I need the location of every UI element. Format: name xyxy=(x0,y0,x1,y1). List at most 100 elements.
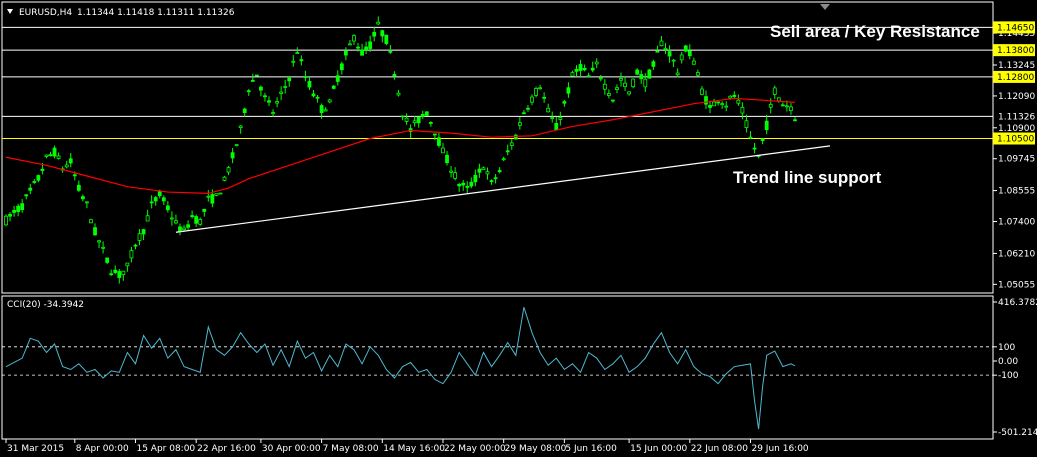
candle-body xyxy=(105,257,110,263)
candle-body xyxy=(712,101,716,107)
candle-body xyxy=(137,233,142,241)
candle-body xyxy=(214,193,219,196)
candle-body xyxy=(222,176,227,181)
candle-body xyxy=(303,76,308,78)
candle-body xyxy=(315,96,320,99)
candle-body xyxy=(307,81,312,88)
candle-body xyxy=(44,154,49,157)
candle-body xyxy=(619,78,623,81)
time-axis-label: 30 Apr 00:00 xyxy=(262,444,321,454)
candle-body xyxy=(36,175,41,181)
candle-body xyxy=(291,60,296,63)
time-axis-label: 22 Jun 08:00 xyxy=(691,444,748,454)
candle-body xyxy=(558,117,563,120)
candle-body xyxy=(683,45,688,52)
candle-body xyxy=(594,61,599,65)
candle-body xyxy=(250,80,255,82)
candle-body xyxy=(109,273,114,276)
candle-body xyxy=(485,171,490,175)
candle-body xyxy=(606,93,611,96)
time-axis-label: 5 Jun 16:00 xyxy=(565,444,617,454)
candle-body xyxy=(740,106,745,114)
candle-body xyxy=(752,147,757,150)
candle-body xyxy=(663,47,668,50)
time-axis-label: 7 May 08:00 xyxy=(323,444,379,454)
candle-body xyxy=(522,112,526,115)
candle-body xyxy=(202,208,207,212)
candle-body xyxy=(335,75,340,82)
time-axis-label: 22 Apr 16:00 xyxy=(197,444,256,454)
candle-body xyxy=(538,87,542,90)
candle-body xyxy=(793,119,797,122)
time-axis-label: 8 Apr 00:00 xyxy=(76,444,129,454)
candle-body xyxy=(635,69,640,75)
candle-body xyxy=(85,201,89,204)
candle-body xyxy=(732,94,737,97)
candle-body xyxy=(283,86,288,88)
candle-body xyxy=(785,105,789,108)
candle-body xyxy=(376,21,381,25)
candle-body xyxy=(772,87,777,95)
candle-body xyxy=(708,104,712,108)
price-level-badge-text: 1.12800 xyxy=(997,73,1034,83)
support-annotation: Trend line support xyxy=(733,168,882,187)
candle-body xyxy=(149,201,154,204)
candle-body xyxy=(4,215,8,226)
candle-body xyxy=(246,90,251,93)
candle-body xyxy=(441,147,445,154)
candle-body xyxy=(56,155,61,159)
candle-body xyxy=(356,46,360,49)
candle-body xyxy=(287,77,292,82)
candle-body xyxy=(400,115,405,118)
candle-body xyxy=(667,51,672,57)
price-axis-label: 1.10900 xyxy=(998,124,1035,134)
candle-body xyxy=(113,269,118,273)
forex-chart[interactable]: 416.37821000.00-100-501.2142 1.144351.13… xyxy=(0,0,1037,457)
candle-body xyxy=(716,101,721,104)
candle-body xyxy=(404,117,409,122)
candle-body xyxy=(744,120,749,128)
candle-body xyxy=(169,217,174,220)
candle-body xyxy=(412,120,417,123)
candle-body xyxy=(590,67,595,71)
cci-axis-label: 416.3782 xyxy=(998,298,1037,308)
candle-body xyxy=(125,262,130,267)
candle-body xyxy=(687,50,692,57)
candle-body xyxy=(760,138,765,142)
candle-body xyxy=(129,250,134,259)
candle-body xyxy=(695,72,700,76)
price-level-badge-text: 1.13800 xyxy=(997,46,1034,56)
candle-body xyxy=(655,50,660,53)
candle-body xyxy=(230,152,235,159)
candle-body xyxy=(275,101,279,104)
candle-body xyxy=(501,158,506,161)
candle-body xyxy=(182,227,186,231)
candle-body xyxy=(736,99,741,104)
candle-body xyxy=(651,61,656,67)
candle-body xyxy=(457,184,462,187)
candle-body xyxy=(631,78,636,88)
candle-body xyxy=(364,46,369,51)
time-axis-label: 15 Apr 08:00 xyxy=(136,444,195,454)
price-axis-label: 1.05055 xyxy=(998,280,1035,290)
candle-body xyxy=(424,111,429,116)
candle-body xyxy=(789,106,793,111)
price-axis-label: 1.07400 xyxy=(998,218,1035,228)
time-axis-label: 29 Jun 16:00 xyxy=(751,444,808,454)
candle-body xyxy=(691,60,696,65)
candle-body xyxy=(16,205,21,212)
candle-body xyxy=(331,85,336,89)
candle-body xyxy=(279,91,284,94)
candle-body xyxy=(776,97,781,102)
candle-body xyxy=(380,30,385,37)
candle-body xyxy=(550,117,555,120)
candle-body xyxy=(497,170,502,173)
time-axis-label: 14 May 16:00 xyxy=(383,444,445,454)
candle-body xyxy=(768,103,773,108)
candle-body xyxy=(728,95,733,99)
candle-body xyxy=(445,154,449,164)
candle-body xyxy=(384,34,389,44)
candle-body xyxy=(68,158,73,164)
candle-body xyxy=(449,170,453,173)
candle-body xyxy=(428,122,433,124)
